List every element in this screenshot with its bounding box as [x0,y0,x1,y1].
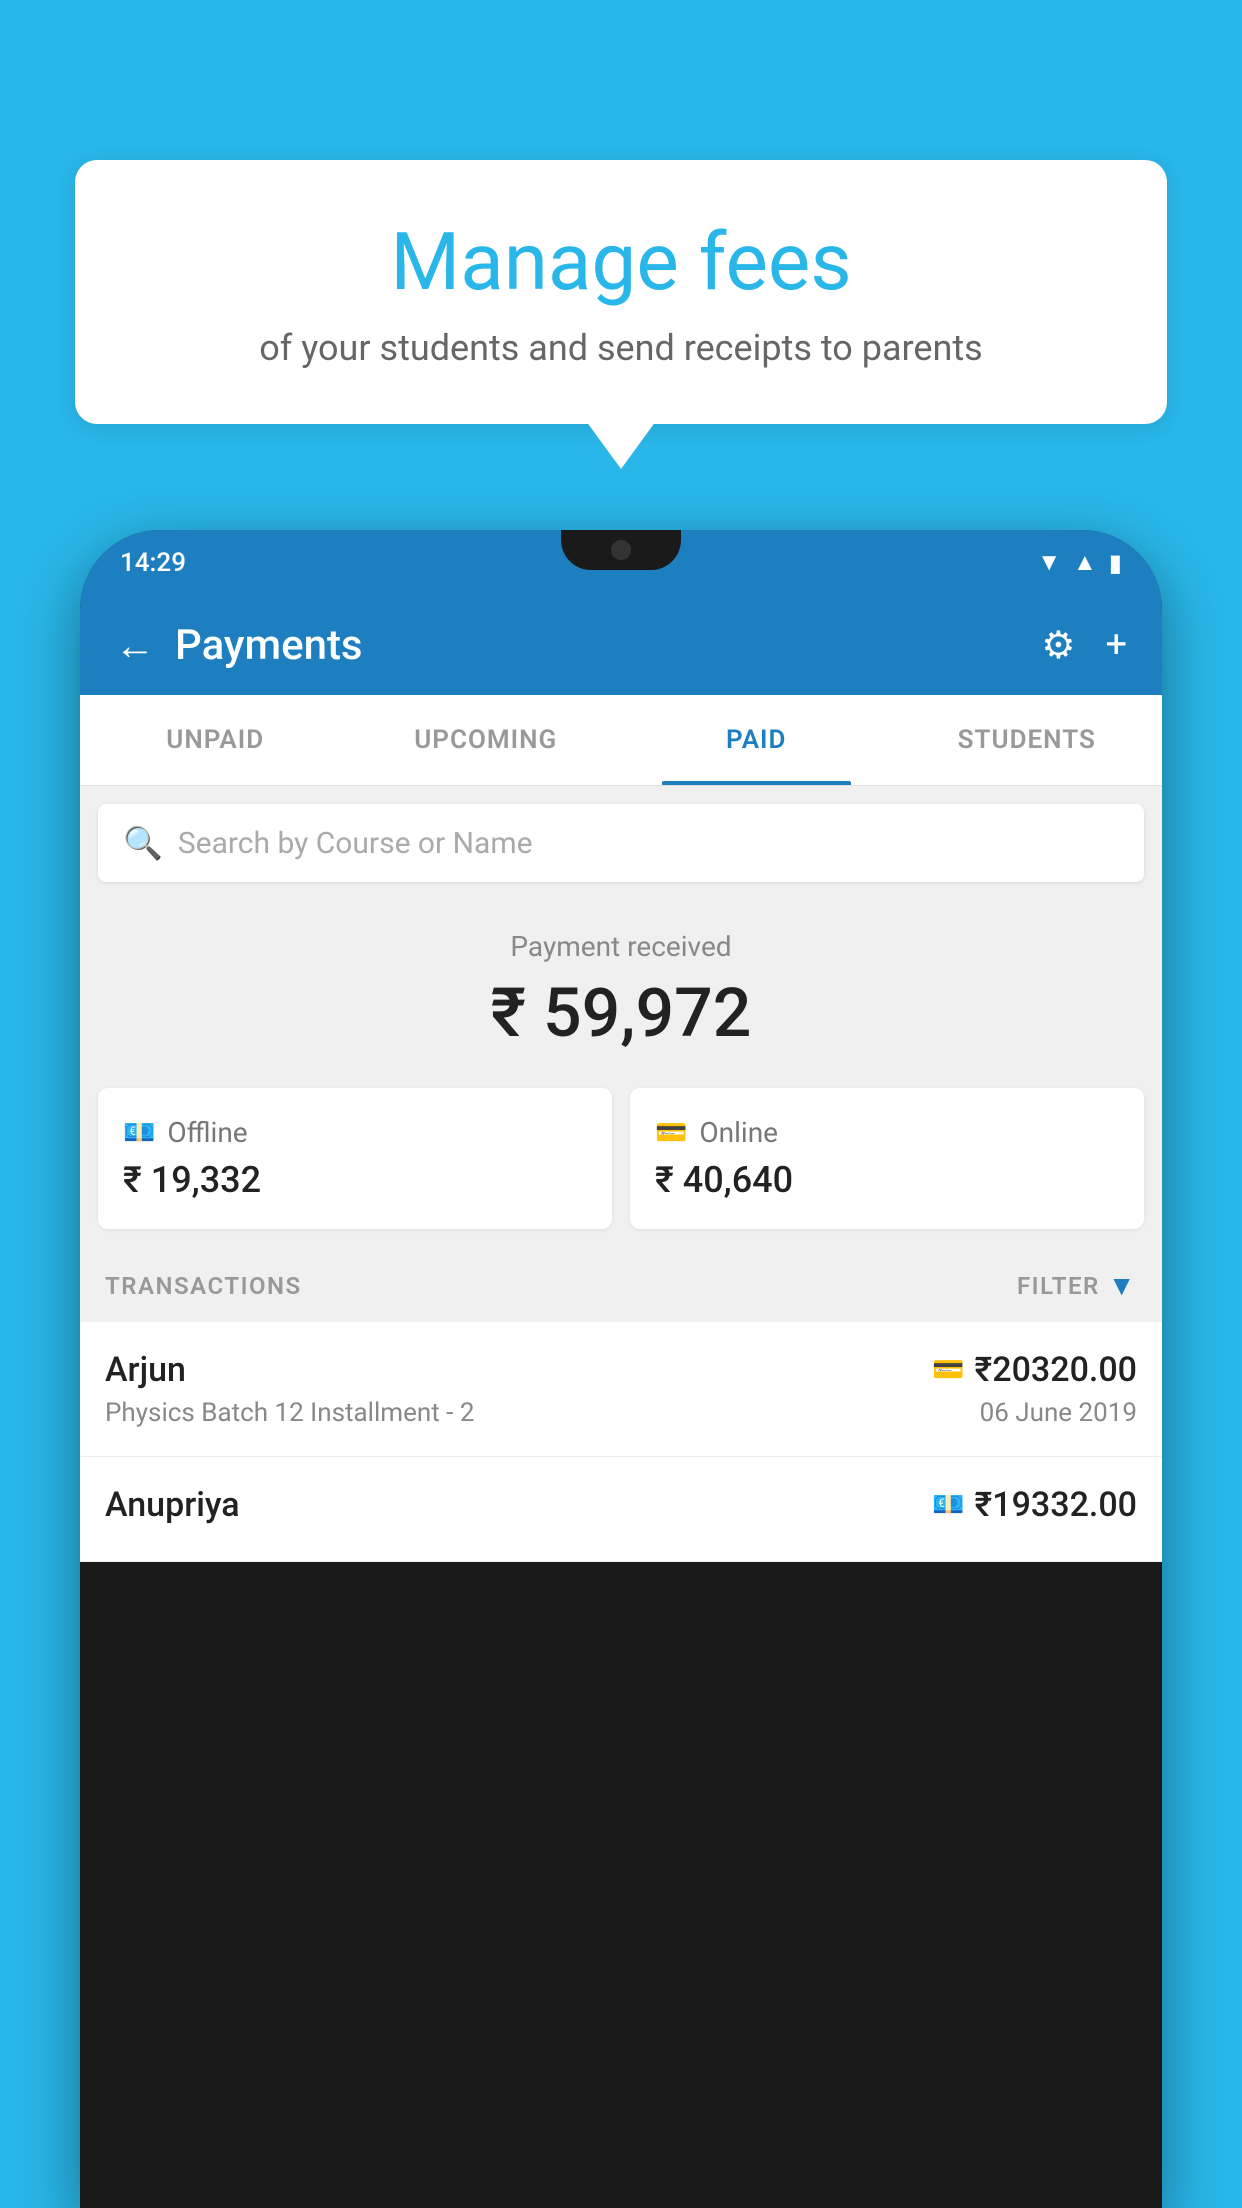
filter-icon: ▼ [1108,1269,1137,1302]
transaction-amount-wrap: 💳 ₹20320.00 [932,1350,1137,1390]
filter-button[interactable]: FILTER ▼ [1017,1269,1137,1302]
header-icons: ⚙ + [1041,623,1127,668]
speech-bubble: Manage fees of your students and send re… [75,160,1167,424]
online-payment-card: 💳 Online ₹ 40,640 [630,1088,1144,1229]
card-icon: 💳 [655,1118,687,1148]
app-header: ← Payments ⚙ + [80,595,1162,695]
payment-cards: 💶 Offline ₹ 19,332 💳 Online ₹ 40,640 [80,1073,1162,1249]
status-bar: 14:29 ▼ ▲ ▮ [80,530,1162,595]
page-title: Payments [175,621,1021,670]
speech-bubble-container: Manage fees of your students and send re… [75,160,1167,424]
online-card-header: 💳 Online [655,1116,1119,1149]
online-amount: ₹ 40,640 [655,1159,1119,1201]
offline-card-header: 💶 Offline [123,1116,587,1149]
offline-payment-card: 💶 Offline ₹ 19,332 [98,1088,612,1229]
phone-frame: 14:29 ▼ ▲ ▮ ← Payments ⚙ + UNPAID UPCOMI… [80,530,1162,2208]
bubble-title: Manage fees [135,215,1107,309]
add-icon[interactable]: + [1105,623,1127,667]
bubble-subtitle: of your students and send receipts to pa… [135,327,1107,369]
signal-icon: ▲ [1073,548,1097,577]
payment-summary: Payment received ₹ 59,972 [80,900,1162,1073]
transactions-label: TRANSACTIONS [105,1272,302,1300]
offline-label: Offline [167,1116,247,1149]
cash-payment-icon: 💶 [932,1490,964,1520]
payment-amount: ₹ 59,972 [80,973,1162,1053]
search-bar[interactable]: 🔍 Search by Course or Name [98,804,1144,882]
screen-content: 🔍 Search by Course or Name Payment recei… [80,786,1162,1562]
notch [561,530,681,570]
transactions-header: TRANSACTIONS FILTER ▼ [80,1249,1162,1322]
tab-upcoming[interactable]: UPCOMING [351,695,622,785]
wifi-icon: ▼ [1037,548,1061,577]
transaction-name: Anupriya [105,1485,240,1525]
back-button[interactable]: ← [115,622,155,669]
tab-unpaid[interactable]: UNPAID [80,695,351,785]
tab-students[interactable]: STUDENTS [892,695,1163,785]
status-icons: ▼ ▲ ▮ [1037,548,1122,577]
tab-paid[interactable]: PAID [621,695,892,785]
transaction-top: Arjun 💳 ₹20320.00 [105,1350,1137,1390]
settings-icon[interactable]: ⚙ [1041,623,1075,668]
filter-label: FILTER [1017,1272,1100,1300]
transaction-top: Anupriya 💶 ₹19332.00 [105,1485,1137,1525]
online-label: Online [699,1116,778,1149]
transaction-name: Arjun [105,1350,186,1390]
offline-amount: ₹ 19,332 [123,1159,587,1201]
transaction-course: Physics Batch 12 Installment - 2 [105,1398,474,1428]
transaction-bottom: Physics Batch 12 Installment - 2 06 June… [105,1398,1137,1428]
payment-received-label: Payment received [80,930,1162,963]
card-payment-icon: 💳 [932,1355,964,1385]
transaction-date: 06 June 2019 [980,1398,1137,1428]
transaction-amount: ₹20320.00 [975,1350,1137,1390]
cash-icon: 💶 [123,1118,155,1148]
transaction-amount: ₹19332.00 [975,1485,1137,1525]
tabs-container: UNPAID UPCOMING PAID STUDENTS [80,695,1162,786]
notch-camera [611,540,631,560]
table-row[interactable]: Arjun 💳 ₹20320.00 Physics Batch 12 Insta… [80,1322,1162,1457]
table-row[interactable]: Anupriya 💶 ₹19332.00 [80,1457,1162,1562]
search-icon: 🔍 [123,824,163,862]
battery-icon: ▮ [1109,549,1122,577]
search-input[interactable]: Search by Course or Name [178,826,533,861]
status-time: 14:29 [120,548,186,578]
transaction-amount-wrap: 💶 ₹19332.00 [932,1485,1137,1525]
